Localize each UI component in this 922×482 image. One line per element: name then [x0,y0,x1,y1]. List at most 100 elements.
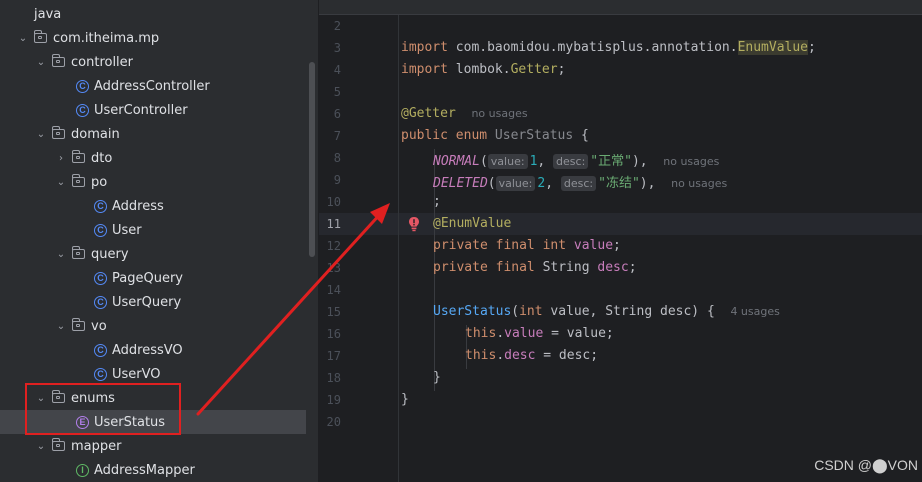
error-bulb-icon[interactable] [408,216,420,232]
tree-item-addressvo[interactable]: C AddressVO [0,338,306,362]
tree-item-label: Address [112,198,164,214]
tree-item-java[interactable]: java [0,2,306,26]
code-line-4[interactable]: import lombok.Getter; [401,62,565,77]
code-token: int [519,304,543,319]
class-icon: C [94,271,107,285]
code-line-9[interactable]: DELETED(value: 2, desc: "冻结"), no usages [433,172,727,191]
code-line-8[interactable]: NORMAL(value: 1, desc: "正常"), no usages [433,150,719,169]
chevron-down-icon[interactable]: ⌄ [34,441,48,452]
parameter-hint: value: [495,176,536,191]
chevron-down-icon[interactable]: ⌄ [34,57,48,68]
tree-item-userquery[interactable]: C UserQuery [0,290,306,314]
code-line-18[interactable]: } [433,370,441,385]
tree-item-addressmapper[interactable]: I AddressMapper [0,458,306,482]
code-line-19[interactable]: } [401,392,409,407]
editor-tab-bar[interactable] [319,0,922,15]
tree-item-user[interactable]: C User [0,218,306,242]
code-token: "正常" [590,154,632,169]
class-icon: C [94,295,107,309]
code-line-3[interactable]: import com.baomidou.mybatisplus.annotati… [401,40,816,55]
tree-item-vo[interactable]: ⌄ vo [0,314,306,338]
code-token: ; [613,238,621,253]
line-number: 14 [326,283,341,297]
package-icon [52,54,65,67]
tree-item-uservo[interactable]: C UserVO [0,362,306,386]
usages-hint[interactable]: no usages [671,177,727,190]
tree-item-label: po [91,174,108,190]
line-number: 17 [326,349,341,363]
tree-item-label: enums [71,390,115,406]
tree-item-dto[interactable]: › dto [0,146,306,170]
line-number: 10 [326,195,341,209]
code-token: ; [628,260,637,275]
usages-hint[interactable]: 4 usages [730,305,779,318]
chevron-down-icon[interactable]: ⌄ [16,33,30,44]
code-token: value [566,238,614,253]
tree-item-address[interactable]: C Address [0,194,306,218]
chevron-down-icon[interactable]: ⌄ [54,321,68,332]
parameter-hint: desc: [560,176,597,191]
usages-hint[interactable]: no usages [663,155,719,168]
tree-item-domain[interactable]: ⌄ domain [0,122,306,146]
tree-item-controller[interactable]: ⌄ controller [0,50,306,74]
code-line-6[interactable]: @Getter no usages [401,106,528,121]
code-line-13[interactable]: private final String desc; [433,260,637,275]
tree-item-label: UserQuery [112,294,182,310]
tree-item-po[interactable]: ⌄ po [0,170,306,194]
class-icon: C [94,343,107,357]
code-line-11[interactable]: @EnumValue [433,216,511,231]
tree-item-addresscontroller[interactable]: C AddressController [0,74,306,98]
line-number-current: 11 [326,217,341,231]
tree-item-label: controller [71,54,134,70]
package-icon [52,126,65,139]
chevron-down-icon[interactable]: ⌄ [34,129,48,140]
code-line-15[interactable]: UserStatus(int value, String desc) { 4 u… [433,304,780,319]
code-token: import [401,40,448,55]
package-icon [72,246,85,259]
line-number: 9 [333,173,341,187]
line-number-gutter: 2 3 4 5 6 7 8 9 10 11 12 13 14 15 16 17 … [319,15,399,482]
tree-item-pagequery[interactable]: C PageQuery [0,266,306,290]
line-number: 3 [333,41,341,55]
code-token: NORMAL [433,154,480,169]
code-line-17[interactable]: this.desc = desc; [465,348,598,363]
package-icon [72,150,85,163]
code-token: import [401,62,448,77]
chevron-right-icon[interactable]: › [54,153,68,164]
chevron-down-icon[interactable]: ⌄ [54,177,68,188]
tree-item-userstatus[interactable]: E UserStatus [0,410,306,434]
line-number: 19 [326,393,341,407]
usages-hint[interactable]: no usages [471,107,527,120]
tree-item-query[interactable]: ⌄ query [0,242,306,266]
code-line-7[interactable]: public enum UserStatus { [401,128,589,143]
chevron-down-icon[interactable]: ⌄ [34,393,48,404]
tree-item-label: mapper [71,438,122,454]
code-token: value, String desc) { [542,304,715,319]
code-token: ( [487,176,496,191]
code-token: @Getter [401,106,456,121]
code-line-10[interactable]: ; [433,194,441,209]
package-icon [52,438,65,451]
code-token: ; [433,194,441,209]
tree-item-label: AddressMapper [94,462,195,478]
code-editor[interactable]: 2 3 4 5 6 7 8 9 10 11 12 13 14 15 16 17 … [319,0,922,482]
parameter-hint: value: [487,154,528,169]
code-line-16[interactable]: this.value = value; [465,326,614,341]
chevron-down-icon[interactable]: ⌄ [54,249,68,260]
tree-item-mapper[interactable]: ⌄ mapper [0,434,306,458]
tree-item-usercontroller[interactable]: C UserController [0,98,306,122]
tree-item-label: UserStatus [94,414,166,430]
tree-scrollbar[interactable] [309,62,315,257]
code-token: ( [511,304,520,319]
code-token: value [504,326,544,341]
code-token: } [401,392,409,407]
tree-item-label: dto [91,150,113,166]
tree-item-label: User [112,222,142,238]
line-number: 20 [326,415,341,429]
line-number: 18 [326,371,341,385]
code-line-12[interactable]: private final int value; [433,238,621,253]
package-icon [72,318,85,331]
tree-item-label: AddressController [94,78,210,94]
tree-item-package-root[interactable]: ⌄ com.itheima.mp [0,26,306,50]
tree-item-enums[interactable]: ⌄ enums [0,386,306,410]
